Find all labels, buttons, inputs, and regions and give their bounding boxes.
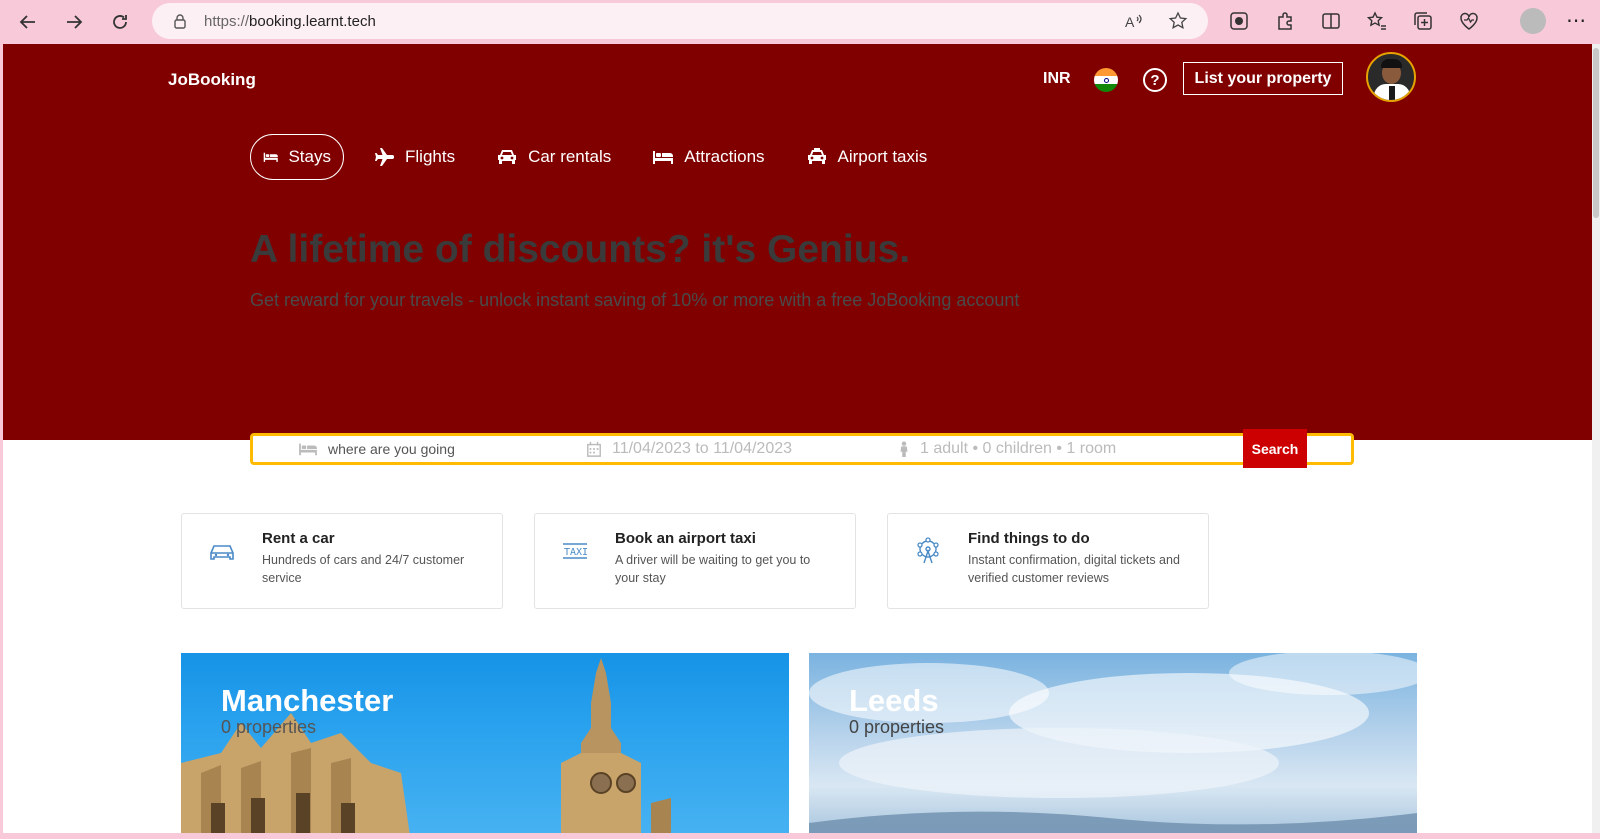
browser-menu-icon[interactable]: ⋯ <box>1566 8 1586 33</box>
city-card-manchester[interactable]: Manchester 0 properties <box>181 653 789 839</box>
window-frame-bottom <box>0 833 1600 839</box>
back-button[interactable] <box>6 2 50 42</box>
help-icon[interactable]: ? <box>1143 68 1167 92</box>
product-tabs: Stays Flights Car rentals Attractions Ai… <box>250 134 956 180</box>
search-bar: where are you going 11/04/2023 to 11/04/… <box>250 433 1354 465</box>
url-scheme: https:// <box>204 12 250 30</box>
bed-icon <box>263 152 278 162</box>
card-rent-a-car[interactable]: Rent a car Hundreds of cars and 24/7 cus… <box>181 513 503 609</box>
tab-label: Car rentals <box>528 147 612 166</box>
taxi-sign-icon: TAXI <box>563 543 588 559</box>
address-bar[interactable]: https://booking.learnt.tech A <box>152 3 1208 39</box>
card-title: Find things to do <box>968 530 1090 547</box>
card-description: Hundreds of cars and 24/7 customer servi… <box>262 553 465 585</box>
tab-label: Attractions <box>684 147 765 166</box>
guests-field[interactable]: 1 adult • 0 children • 1 room <box>898 436 1116 462</box>
manchester-photo <box>181 658 671 839</box>
forward-button[interactable] <box>52 2 96 42</box>
reload-icon <box>113 15 127 29</box>
list-property-button[interactable]: List your property <box>1183 62 1343 95</box>
card-title: Book an airport taxi <box>615 530 756 547</box>
read-aloud-icon[interactable]: A <box>1124 11 1144 31</box>
car-icon <box>498 150 517 164</box>
ferris-wheel-icon <box>917 537 939 564</box>
date-range-field[interactable]: 11/04/2023 to 11/04/2023 <box>586 436 792 462</box>
card-title: Rent a car <box>262 530 335 547</box>
lock-icon <box>174 14 186 29</box>
extension-record-icon[interactable] <box>1228 10 1250 32</box>
tab-car-rentals[interactable]: Car rentals <box>484 134 623 180</box>
currency-selector[interactable]: INR <box>1043 70 1071 88</box>
url-host: booking.learnt.tech <box>249 12 376 30</box>
tab-label: Airport taxis <box>837 147 928 166</box>
tab-attractions[interactable]: Attractions <box>640 134 776 180</box>
hero-subline: Get reward for your travels - unlock ins… <box>250 290 1020 310</box>
extensions-puzzle-icon[interactable] <box>1274 10 1296 32</box>
calendar-icon <box>587 441 601 457</box>
search-button[interactable]: Search <box>1243 429 1307 468</box>
hero-headline: A lifetime of discounts? it's Genius. <box>250 228 911 271</box>
brand-logo[interactable]: JoBooking <box>168 70 256 90</box>
city-name: Manchester <box>221 683 394 718</box>
destination-field[interactable]: where are you going <box>298 436 455 462</box>
city-property-count: 0 properties <box>849 717 945 737</box>
car-outline-icon <box>210 545 234 560</box>
tab-label: Stays <box>288 147 331 166</box>
hero-section: JoBooking INR ? List your property Stays… <box>3 44 1592 440</box>
bed-icon <box>653 151 674 164</box>
city-card-leeds[interactable]: Leeds 0 properties <box>809 653 1417 839</box>
feature-cards: Rent a car Hundreds of cars and 24/7 cus… <box>181 513 1209 609</box>
browser-profile-icon[interactable] <box>1520 8 1546 34</box>
user-avatar[interactable] <box>1366 52 1416 102</box>
svg-text:TAXI: TAXI <box>564 547 588 558</box>
card-description: A driver will be waiting to get you to y… <box>615 553 811 585</box>
browser-toolbar: https://booking.learnt.tech A ⋯ <box>0 0 1600 44</box>
tab-label: Flights <box>405 147 456 166</box>
card-description: Instant confirmation, digital tickets an… <box>968 553 1180 585</box>
page-scrollbar[interactable] <box>1592 44 1600 839</box>
page-viewport: JoBooking INR ? List your property Stays… <box>3 44 1600 839</box>
tab-flights[interactable]: Flights <box>361 134 467 180</box>
city-property-count: 0 properties <box>221 717 317 737</box>
leeds-photo <box>809 653 1417 839</box>
date-range-text: 11/04/2023 to 11/04/2023 <box>612 440 793 457</box>
forward-arrow-icon <box>67 15 83 29</box>
scrollbar-thumb[interactable] <box>1593 48 1599 218</box>
split-screen-icon[interactable] <box>1320 10 1342 32</box>
bed-icon <box>299 443 317 456</box>
reload-button[interactable] <box>98 2 142 42</box>
city-name: Leeds <box>849 683 939 718</box>
card-airport-taxi[interactable]: TAXI Book an airport taxi A driver will … <box>534 513 856 609</box>
collections-icon[interactable] <box>1412 10 1434 32</box>
guests-text: 1 adult • 0 children • 1 room <box>920 440 1117 457</box>
tab-stays[interactable]: Stays <box>250 134 344 180</box>
card-things-to-do[interactable]: Find things to do Instant confirmation, … <box>887 513 1209 609</box>
destination-placeholder: where are you going <box>328 441 455 457</box>
favorite-star-icon[interactable] <box>1168 11 1188 31</box>
plane-icon <box>375 148 394 166</box>
tab-airport-taxis[interactable]: Airport taxis <box>794 134 940 180</box>
india-flag-icon[interactable] <box>1094 68 1118 92</box>
svg-text:A: A <box>1125 14 1135 30</box>
back-arrow-icon <box>19 15 35 29</box>
person-icon <box>900 441 908 457</box>
browser-essentials-icon[interactable] <box>1458 10 1480 32</box>
url-text: https://booking.learnt.tech <box>204 13 376 30</box>
taxi-icon <box>807 148 826 164</box>
favorites-icon[interactable] <box>1366 10 1388 32</box>
